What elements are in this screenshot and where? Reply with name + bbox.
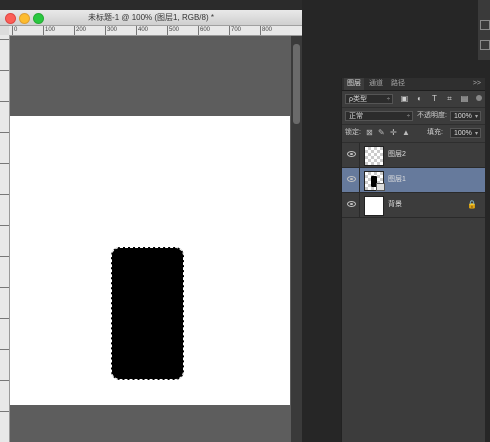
ruler-tick bbox=[0, 163, 9, 164]
layer-name[interactable]: 图层1 bbox=[388, 175, 406, 185]
document-titlebar[interactable]: 未标题-1 @ 100% (图层1, RGB/8) * bbox=[0, 10, 302, 26]
ruler-tick bbox=[0, 132, 9, 133]
eye-icon[interactable] bbox=[347, 201, 356, 207]
lock-icon: 🔒 bbox=[467, 200, 477, 209]
divider bbox=[359, 168, 360, 192]
ruler-tick-label: 0 bbox=[14, 27, 18, 33]
divider bbox=[359, 143, 360, 167]
history-panel-icon[interactable] bbox=[480, 20, 490, 30]
ruler-tick-label: 700 bbox=[231, 27, 242, 33]
layer-filter-value: ρ类型 bbox=[349, 96, 367, 103]
ruler-tick-label: 300 bbox=[107, 27, 118, 33]
opacity-label: 不透明度: bbox=[417, 112, 447, 119]
layer-row-selected[interactable]: 图层1 bbox=[342, 168, 485, 193]
ruler-tick-label: 100 bbox=[45, 27, 56, 33]
image-filter-icon[interactable]: ▣ bbox=[400, 94, 409, 103]
fill-input[interactable]: 100% ▾ bbox=[450, 128, 481, 138]
divider bbox=[359, 193, 360, 217]
layer-row[interactable]: 背景 🔒 bbox=[342, 193, 485, 218]
chevron-down-icon: ÷ bbox=[406, 114, 410, 120]
ruler-tick-label: 600 bbox=[200, 27, 211, 33]
lock-label: 锁定: bbox=[345, 129, 361, 136]
ruler-tick bbox=[74, 26, 75, 35]
shape-layer-badge-icon bbox=[376, 183, 385, 191]
ruler-tick bbox=[0, 225, 9, 226]
opacity-value: 100% bbox=[454, 113, 472, 120]
layer-row[interactable]: 图层2 bbox=[342, 143, 485, 168]
ruler-tick-label: 800 bbox=[262, 27, 273, 33]
text-filter-icon[interactable]: T bbox=[430, 94, 439, 103]
layer-thumbnail bbox=[364, 146, 384, 166]
tab-paths[interactable]: 路径 bbox=[388, 78, 408, 90]
fill-label: 填充: bbox=[427, 129, 443, 136]
ruler-tick-label: 500 bbox=[169, 27, 180, 33]
layers-panel: 图层 通道 路径 >> ρ类型 ÷ ▣ ◐ T ⌗ ▤ 正常 ÷ 不透明度: 1… bbox=[341, 78, 485, 442]
filter-toggle-switch[interactable] bbox=[476, 95, 482, 101]
ruler-tick bbox=[198, 26, 199, 35]
lock-move-icon[interactable]: ✛ bbox=[390, 128, 397, 138]
horizontal-ruler[interactable]: 0 100 200 300 400 500 600 700 800 bbox=[9, 26, 302, 36]
ruler-tick bbox=[167, 26, 168, 35]
close-window-button[interactable] bbox=[5, 13, 16, 24]
ruler-tick-label: 200 bbox=[76, 27, 87, 33]
blend-mode-select[interactable]: 正常 ÷ bbox=[345, 111, 413, 121]
adjustment-filter-icon[interactable]: ◐ bbox=[415, 94, 424, 103]
layer-filter-row: ρ类型 ÷ ▣ ◐ T ⌗ ▤ bbox=[342, 91, 485, 108]
chevron-down-icon: ▾ bbox=[474, 131, 478, 137]
opacity-input[interactable]: 100% ▾ bbox=[450, 111, 481, 121]
properties-panel-icon[interactable] bbox=[480, 40, 490, 50]
smart-object-filter-icon[interactable]: ▤ bbox=[460, 94, 469, 103]
ruler-tick bbox=[260, 26, 261, 35]
chevron-down-icon: ▾ bbox=[474, 114, 478, 120]
fill-value: 100% bbox=[454, 130, 472, 137]
zoom-window-button[interactable] bbox=[33, 13, 44, 24]
lock-all-icon[interactable]: ▲ bbox=[402, 128, 410, 138]
eye-icon[interactable] bbox=[347, 176, 356, 182]
scrollbar-thumb[interactable] bbox=[293, 44, 300, 124]
layer-thumbnail bbox=[364, 196, 384, 216]
vertical-ruler[interactable] bbox=[0, 35, 10, 442]
layer-filter-select[interactable]: ρ类型 ÷ bbox=[345, 94, 393, 104]
layer-name[interactable]: 背景 bbox=[388, 200, 402, 210]
layer-name[interactable]: 图层2 bbox=[388, 150, 406, 160]
ruler-tick bbox=[0, 349, 9, 350]
ruler-tick bbox=[0, 39, 9, 40]
lock-transparent-icon[interactable]: ⊠ bbox=[366, 128, 373, 138]
ruler-tick bbox=[229, 26, 230, 35]
ruler-tick bbox=[0, 194, 9, 195]
tab-channels[interactable]: 通道 bbox=[366, 78, 386, 90]
chevron-down-icon: ÷ bbox=[386, 97, 390, 103]
blend-mode-value: 正常 bbox=[349, 113, 363, 120]
panel-menu-icon[interactable]: >> bbox=[473, 78, 481, 90]
ruler-tick bbox=[43, 26, 44, 35]
minimize-window-button[interactable] bbox=[19, 13, 30, 24]
ruler-tick bbox=[0, 411, 9, 412]
ruler-tick bbox=[0, 318, 9, 319]
lock-fill-row: 锁定: ⊠ ✎ ✛ ▲ 填充: 100% ▾ bbox=[342, 125, 485, 143]
selected-rounded-rectangle-shape[interactable] bbox=[111, 247, 184, 380]
panel-tabs: 图层 通道 路径 >> bbox=[342, 78, 485, 91]
eye-icon[interactable] bbox=[347, 151, 356, 157]
ruler-tick bbox=[105, 26, 106, 35]
ruler-tick bbox=[12, 26, 13, 35]
ruler-tick bbox=[0, 101, 9, 102]
shape-filter-icon[interactable]: ⌗ bbox=[445, 94, 454, 103]
panel-dock-strip bbox=[478, 0, 490, 60]
ruler-tick bbox=[0, 380, 9, 381]
ruler-tick-label: 400 bbox=[138, 27, 149, 33]
ruler-tick bbox=[0, 256, 9, 257]
ruler-tick bbox=[0, 70, 9, 71]
vertical-scrollbar[interactable] bbox=[291, 36, 302, 442]
document-title: 未标题-1 @ 100% (图层1, RGB/8) * bbox=[88, 13, 214, 22]
ruler-tick bbox=[0, 287, 9, 288]
blend-opacity-row: 正常 ÷ 不透明度: 100% ▾ bbox=[342, 108, 485, 125]
tab-layers[interactable]: 图层 bbox=[344, 78, 364, 90]
ruler-tick bbox=[136, 26, 137, 35]
lock-brush-icon[interactable]: ✎ bbox=[378, 128, 385, 138]
